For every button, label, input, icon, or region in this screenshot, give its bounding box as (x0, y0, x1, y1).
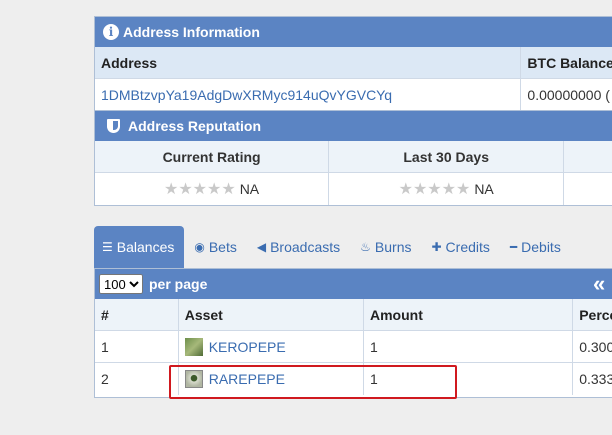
address-info-panel: i Address Information Address BTC Balanc… (94, 16, 612, 111)
amount-column-header: Amount (364, 299, 574, 330)
address-info-title: Address Information (123, 24, 260, 40)
tab-label: Burns (374, 239, 412, 255)
target-icon: ◉ (194, 240, 205, 254)
address-info-header: i Address Information (95, 17, 612, 47)
shield-icon (107, 119, 120, 133)
bullhorn-icon: ◀ (256, 240, 267, 254)
last-30-days-value: NA (474, 181, 494, 197)
table-row: 1 KEROPEPE 1 0.300 (95, 331, 612, 363)
address-reputation-panel: Address Reputation Current Rating Last 3… (94, 110, 612, 206)
row-number: 1 (95, 331, 179, 362)
plus-icon: ✚ (431, 240, 442, 254)
asset-column-header: Asset (179, 299, 364, 330)
list-icon: ☰ (102, 240, 113, 254)
current-rating-value: NA (239, 181, 260, 197)
current-rating-stars-icon: ★ ★ ★ ★ ★ (163, 179, 236, 198)
address-reputation-header: Address Reputation (95, 111, 612, 141)
first-page-icon[interactable]: « (593, 271, 605, 297)
btc-balance-value: 0.00000000 ( (527, 87, 610, 103)
highlight-box (169, 365, 457, 399)
reputation-values-row: ★ ★ ★ ★ ★ NA ★ ★ ★ ★ ★ NA (95, 173, 612, 205)
tab-label: Broadcasts (270, 239, 341, 255)
tab-label: Bets (208, 239, 237, 255)
row-number: 2 (95, 363, 179, 395)
minus-icon: ━ (509, 240, 518, 254)
tab-credits[interactable]: ✚ Credits (421, 226, 499, 268)
address-reputation-title: Address Reputation (128, 118, 262, 134)
percent-value: 0.333 (579, 371, 612, 387)
balances-toolbar: 100 per page « (95, 269, 612, 299)
tab-label: Balances (116, 239, 175, 255)
tab-label: Debits (521, 239, 561, 255)
info-icon: i (103, 24, 119, 40)
page-size-select[interactable]: 100 (99, 274, 143, 294)
tab-bets[interactable]: ◉ Bets (184, 226, 247, 268)
tab-burns[interactable]: ♨ Burns (350, 226, 421, 268)
tab-debits[interactable]: ━ Debits (500, 226, 571, 268)
amount-value: 1 (364, 331, 574, 362)
tab-bar: ☰ Balances ◉ Bets ◀ Broadcasts ♨ Burns ✚… (94, 226, 571, 268)
tab-label: Credits (445, 239, 490, 255)
address-header-row: Address BTC Balance (95, 47, 612, 79)
percent-column-header: Perce (579, 306, 612, 323)
balances-header-row: # Asset Amount Perce (95, 299, 612, 331)
address-link[interactable]: 1DMBtzvpYa19AdgDwXRMyc914uQvYGVCYq (101, 87, 392, 103)
last-30-days-stars-icon: ★ ★ ★ ★ ★ (398, 179, 471, 198)
tab-balances[interactable]: ☰ Balances (94, 226, 185, 268)
per-page-label: per page (149, 276, 208, 292)
btc-balance-column-header: BTC Balance (527, 54, 612, 71)
last-30-days-header: Last 30 Days (329, 141, 565, 172)
asset-link[interactable]: KEROPEPE (209, 339, 286, 355)
percent-value: 0.300 (579, 338, 612, 355)
address-row: 1DMBtzvpYa19AdgDwXRMyc914uQvYGVCYq 0.000… (95, 79, 612, 111)
reputation-header-row: Current Rating Last 30 Days (95, 141, 612, 173)
address-column-header: Address (95, 47, 522, 78)
num-column-header: # (95, 299, 179, 330)
tab-broadcasts[interactable]: ◀ Broadcasts (247, 226, 350, 268)
flame-icon: ♨ (360, 240, 371, 254)
current-rating-header: Current Rating (95, 141, 330, 172)
keropepe-asset-image (184, 337, 203, 356)
